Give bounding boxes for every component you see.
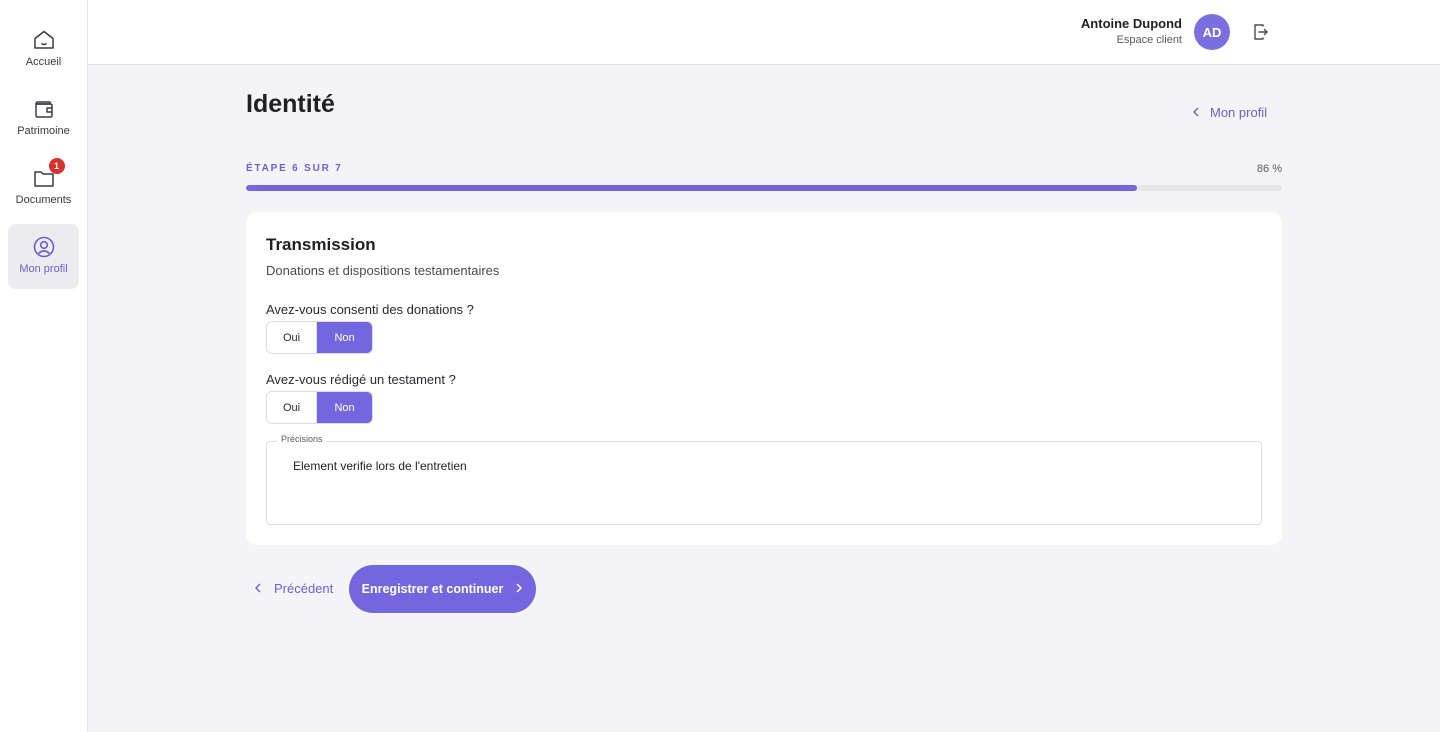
save-and-continue-button[interactable]: Enregistrer et continuer [349, 565, 536, 613]
precisions-label: Précisions [277, 434, 327, 444]
card-title: Transmission [266, 235, 376, 254]
precisions-field: Précisions Element verifie lors de l'ent… [266, 434, 1262, 525]
save-button-label: Enregistrer et continuer [361, 582, 504, 596]
back-to-profile-link[interactable]: Mon profil [1180, 96, 1279, 128]
notification-badge: 1 [48, 158, 65, 174]
avatar[interactable]: AD [1194, 14, 1230, 50]
donations-toggle: Oui Non [266, 321, 373, 354]
sidebar-item-label: Accueil [25, 56, 62, 68]
user-role: Espace client [1116, 34, 1182, 46]
donations-oui-button[interactable]: Oui [267, 322, 318, 353]
progress-bar [246, 185, 1282, 191]
sidebar-item-patrimoine[interactable]: Patrimoine [8, 92, 79, 157]
logout-icon[interactable] [1251, 22, 1271, 42]
sidebar-item-label: Patrimoine [17, 125, 70, 137]
progress-fill [246, 185, 1137, 191]
previous-button-label: Précédent [274, 580, 334, 596]
page-title: Identité [246, 90, 335, 118]
progress-percent: 86 % [1256, 163, 1282, 175]
sidebar-item-label: Documents [15, 194, 72, 206]
donations-non-button[interactable]: Non [317, 322, 372, 353]
chevron-left-icon [254, 581, 262, 596]
sidebar-item-mon-profil[interactable]: Mon profil [8, 224, 79, 289]
user-circle-icon [32, 235, 56, 259]
sidebar: Accueil Patrimoine 1 Documents Mon profi… [0, 0, 88, 732]
home-icon [32, 28, 56, 52]
previous-button[interactable]: Précédent [246, 572, 341, 604]
wallet-icon [32, 97, 56, 121]
testament-toggle: Oui Non [266, 391, 373, 424]
testament-non-button[interactable]: Non [317, 392, 372, 423]
question-donations-label: Avez-vous consenti des donations ? [266, 302, 474, 317]
chevron-left-icon [1192, 105, 1200, 120]
transmission-card: Transmission Donations et dispositions t… [246, 212, 1282, 545]
step-indicator: ÉTAPE 6 SUR 7 [246, 163, 343, 174]
folder-icon: 1 [32, 158, 65, 190]
sidebar-item-documents[interactable]: 1 Documents [8, 158, 79, 226]
top-header: Antoine Dupond Espace client AD [88, 0, 1440, 65]
card-subtitle: Donations et dispositions testamentaires [266, 263, 500, 278]
sidebar-item-accueil[interactable]: Accueil [8, 23, 79, 88]
sidebar-item-label: Mon profil [19, 263, 68, 275]
precisions-textarea[interactable]: Element verifie lors de l'entretien [293, 459, 1233, 501]
user-name: Antoine Dupond [1080, 16, 1182, 31]
testament-oui-button[interactable]: Oui [267, 392, 318, 423]
back-link-label: Mon profil [1210, 104, 1268, 120]
question-testament-label: Avez-vous rédigé un testament ? [266, 372, 456, 387]
chevron-right-icon [515, 582, 523, 596]
